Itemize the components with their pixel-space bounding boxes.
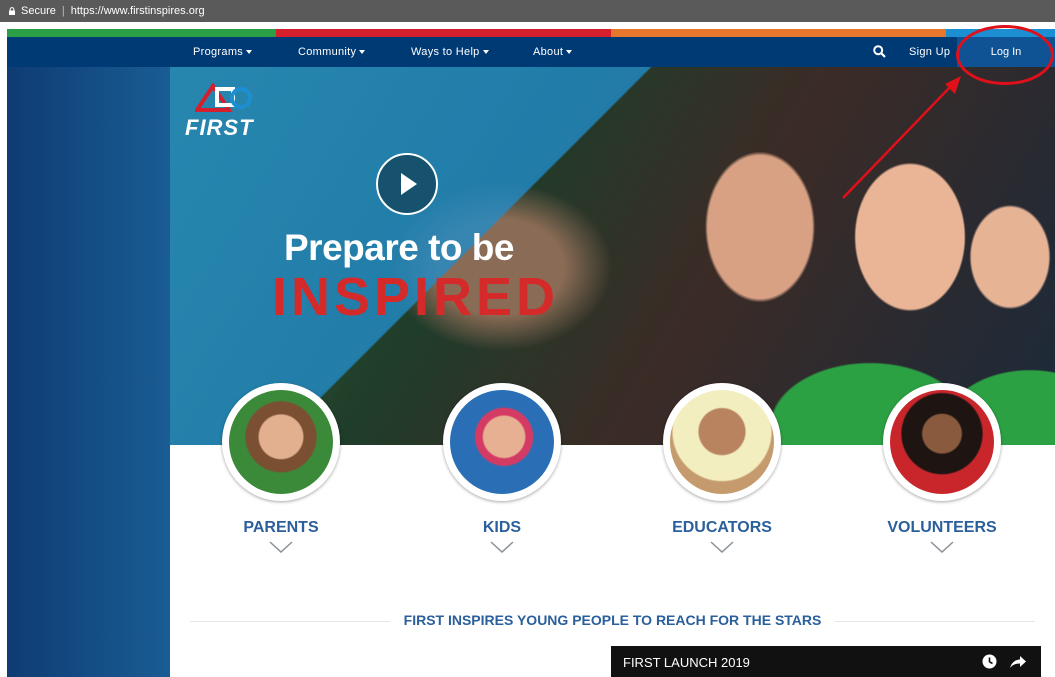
search-icon — [873, 45, 886, 58]
nav-ways-to-help[interactable]: Ways to Help — [411, 37, 489, 67]
caret-down-icon — [246, 50, 253, 55]
secure-label: Secure — [21, 5, 56, 17]
persona-parents[interactable]: PARENTS — [219, 383, 343, 558]
main-nav: Programs Community Ways to Help About Si… — [7, 37, 1055, 67]
left-background — [7, 37, 170, 677]
play-video-button[interactable] — [376, 153, 438, 215]
brand-color-strip — [7, 29, 1055, 37]
video-player-bar[interactable]: FIRST LAUNCH 2019 — [611, 646, 1041, 677]
parents-label[interactable]: PARENTS — [219, 519, 343, 537]
volunteers-photo — [890, 390, 994, 494]
parents-avatar[interactable] — [222, 383, 340, 501]
share-icon[interactable] — [1009, 655, 1027, 669]
divider-right — [835, 621, 1035, 622]
signup-link[interactable]: Sign Up — [909, 37, 950, 67]
strip-red — [276, 29, 611, 37]
url-separator: | — [61, 5, 65, 17]
kids-label[interactable]: KIDS — [440, 519, 564, 537]
educators-photo — [670, 390, 774, 494]
volunteers-label[interactable]: VOLUNTEERS — [880, 519, 1004, 537]
persona-kids[interactable]: KIDS — [440, 383, 564, 558]
nav-about[interactable]: About — [533, 37, 573, 67]
chevron-down-icon[interactable] — [490, 541, 514, 554]
volunteers-avatar[interactable] — [883, 383, 1001, 501]
chevron-down-icon[interactable] — [269, 541, 293, 554]
persona-educators[interactable]: EDUCATORS — [660, 383, 784, 558]
caret-down-icon — [359, 50, 366, 55]
persona-volunteers[interactable]: VOLUNTEERS — [880, 383, 1004, 558]
browser-url-bar[interactable]: Secure | https://www.firstinspires.org — [0, 0, 1055, 22]
annotation-arrow-icon — [842, 76, 961, 199]
nav-programs-label: Programs — [193, 46, 244, 58]
search-button[interactable] — [873, 45, 886, 59]
nav-community[interactable]: Community — [298, 37, 366, 67]
first-logo-icon — [195, 82, 252, 112]
nav-community-label: Community — [298, 46, 357, 58]
nav-about-label: About — [533, 46, 564, 58]
video-title: FIRST LAUNCH 2019 — [623, 655, 750, 670]
kids-avatar[interactable] — [443, 383, 561, 501]
strip-orange — [611, 29, 946, 37]
hero-headline-inspired: INSPIRED — [272, 267, 560, 327]
first-logo-text: FIRST — [185, 115, 254, 140]
tagline-text: FIRST INSPIRES YOUNG PEOPLE TO REACH FOR… — [403, 612, 822, 628]
caret-down-icon — [482, 50, 489, 55]
kids-photo — [450, 390, 554, 494]
educators-label[interactable]: EDUCATORS — [660, 519, 784, 537]
clock-icon[interactable] — [982, 654, 997, 669]
caret-down-icon — [566, 50, 573, 55]
nav-programs[interactable]: Programs — [193, 37, 253, 67]
nav-ways-to-help-label: Ways to Help — [411, 46, 480, 58]
hero-headline: Prepare to be — [284, 227, 514, 268]
strip-green — [7, 29, 276, 37]
parents-photo — [229, 390, 333, 494]
divider-left — [190, 621, 390, 622]
chevron-down-icon[interactable] — [930, 541, 954, 554]
tagline-section: FIRST INSPIRES YOUNG PEOPLE TO REACH FOR… — [170, 612, 1055, 628]
lock-icon — [9, 7, 15, 15]
annotation-ellipse — [956, 25, 1054, 85]
play-icon — [401, 173, 417, 195]
educators-avatar[interactable] — [663, 383, 781, 501]
url-text[interactable]: https://www.firstinspires.org — [71, 5, 205, 17]
chevron-down-icon[interactable] — [710, 541, 734, 554]
